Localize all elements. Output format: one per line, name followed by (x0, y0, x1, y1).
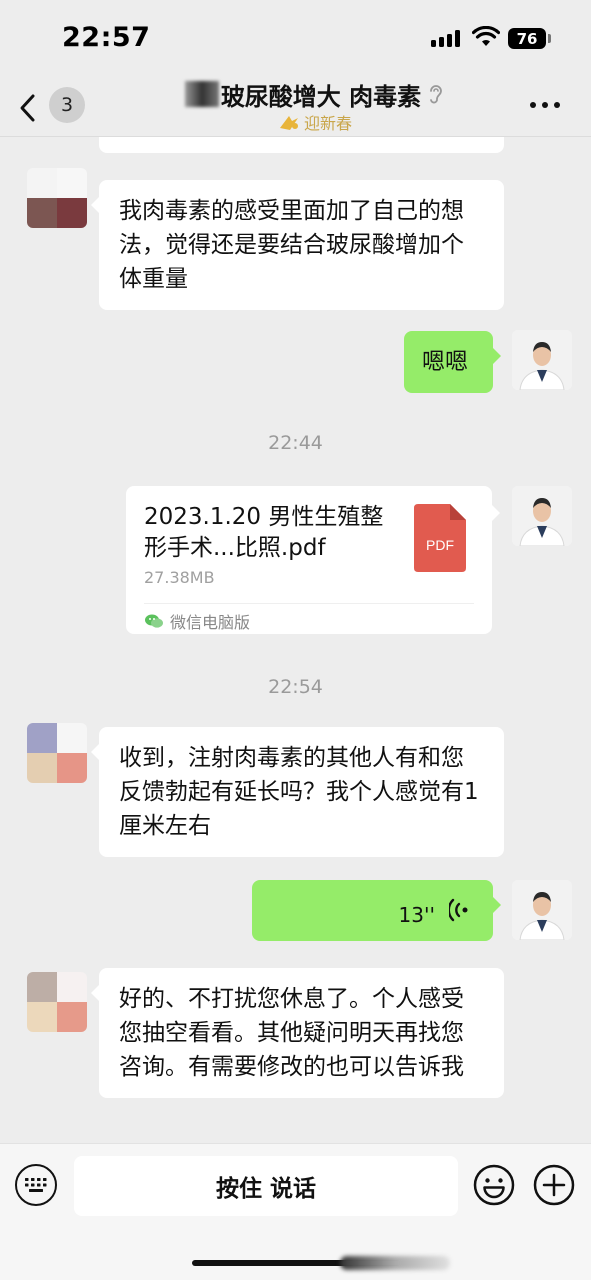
doctor-avatar-image (512, 880, 572, 940)
doctor-avatar-image (512, 330, 572, 390)
redacted-name-blur (184, 81, 219, 107)
pdf-icon-label: PDF (426, 537, 454, 553)
wechat-icon (145, 614, 163, 628)
timestamp: 22:44 (268, 432, 323, 454)
voice-wave-icon (449, 898, 468, 922)
message-list[interactable]: 我肉毒素的感受里面加了自己的想法，觉得还是要结合玻尿酸增加个体重量 嗯嗯 22:… (0, 137, 591, 1143)
avatar[interactable] (27, 723, 87, 783)
avatar[interactable] (512, 330, 572, 390)
hold-to-talk-button[interactable]: 按住 说话 (74, 1156, 458, 1216)
emoji-icon[interactable] (473, 1164, 515, 1206)
pdf-icon: PDF (414, 504, 466, 572)
avatar[interactable] (27, 972, 87, 1032)
chat-title-area[interactable]: 玻尿酸增大 肉毒素 迎新春 (150, 78, 480, 134)
redacted-smudge (340, 1256, 450, 1270)
message-text: 好的、不打扰您休息了。个人感受您抽空看看。其他疑问明天再找您咨询。有需要修改的也… (119, 986, 464, 1080)
keyboard-toggle-button[interactable] (15, 1164, 57, 1206)
avatar[interactable] (27, 168, 87, 228)
message-bubble[interactable]: 收到，注射肉毒素的其他人有和您反馈勃起有延长吗？我个人感觉有1厘米左右 (91, 727, 504, 857)
message-bubble[interactable]: 嗯嗯 (404, 331, 501, 393)
message-text: 我肉毒素的感受里面加了自己的想法，觉得还是要结合玻尿酸增加个体重量 (119, 198, 464, 292)
ear-icon (430, 85, 443, 104)
more-dots-icon[interactable] (530, 102, 560, 108)
cellular-signal-icon (431, 30, 460, 47)
voice-duration: 13'' (398, 903, 435, 927)
status-time: 22:57 (62, 22, 151, 53)
avatar[interactable] (512, 880, 572, 940)
chat-subtitle: 迎新春 (303, 114, 352, 133)
battery-icon: 76 (508, 28, 546, 49)
new-year-icon (279, 116, 298, 130)
status-bar: 22:57 76 (0, 0, 591, 78)
wifi-icon (472, 26, 500, 46)
message-bubble[interactable]: 好的、不打扰您休息了。个人感受您抽空看看。其他疑问明天再找您咨询。有需要修改的也… (91, 968, 504, 1098)
chat-header: 3 玻尿酸增大 肉毒素 迎新春 (0, 78, 591, 136)
doctor-avatar-image (512, 486, 572, 546)
input-bar: 按住 说话 (0, 1143, 591, 1280)
battery-tip (548, 34, 551, 43)
avatar[interactable] (512, 486, 572, 546)
keyboard-icon (25, 1178, 47, 1192)
message-bubble[interactable]: 我肉毒素的感受里面加了自己的想法，觉得还是要结合玻尿酸增加个体重量 (91, 180, 504, 310)
voice-message-bubble[interactable]: 13'' (252, 880, 501, 941)
message-text: 收到，注射肉毒素的其他人有和您反馈勃起有延长吗？我个人感觉有1厘米左右 (119, 745, 479, 839)
file-source: 微信电脑版 (144, 609, 250, 633)
file-name: 2023.1.20 男性生殖整形手术...比照.pdf (144, 504, 384, 561)
timestamp: 22:54 (268, 676, 323, 698)
message-text: 嗯嗯 (422, 349, 468, 375)
chevron-left-icon (20, 94, 35, 122)
file-card-divider (144, 603, 474, 604)
file-message-card[interactable]: 2023.1.20 男性生殖整形手术...比照.pdf 27.38MB PDF … (126, 486, 500, 634)
message-bubble-partial[interactable] (99, 137, 504, 153)
plus-icon[interactable] (533, 1164, 575, 1206)
chat-title: 玻尿酸增大 肉毒素 (220, 82, 422, 111)
file-source-label: 微信电脑版 (170, 613, 251, 632)
file-size: 27.38MB (144, 568, 215, 587)
unread-count-badge[interactable]: 3 (49, 87, 85, 123)
